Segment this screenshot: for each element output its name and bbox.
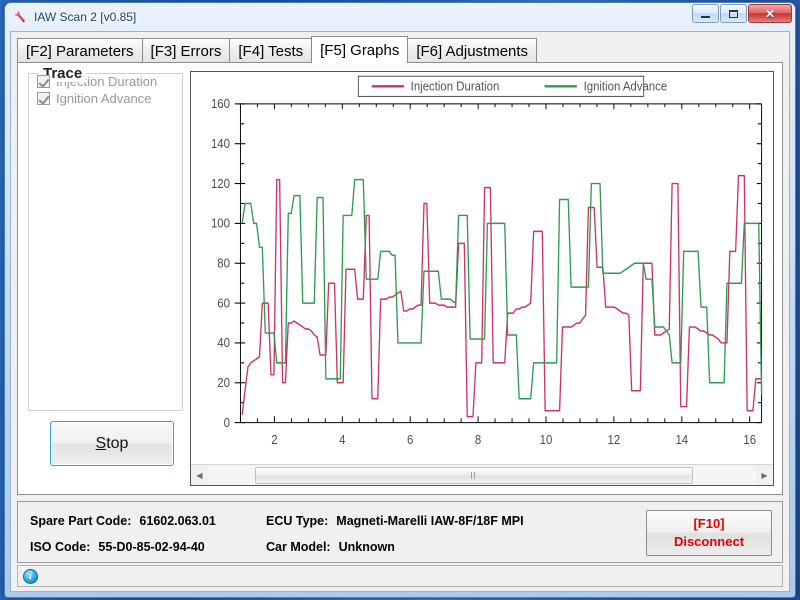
- iso-code-value: 55-D0-85-02-94-40: [98, 540, 205, 554]
- ecu-type-row: ECU Type: Magneti-Marelli IAW-8F/18F MPI: [266, 514, 524, 528]
- disconnect-button-label: Disconnect: [673, 534, 745, 549]
- application-window: IAW Scan 2 [v0.85] ✕ [F2] Parameters [F3…: [4, 2, 796, 598]
- ecu-type-value: Magneti-Marelli IAW-8F/18F MPI: [336, 514, 524, 528]
- svg-text:16: 16: [743, 432, 756, 447]
- trace-chart: 0 20 40 60 80 100 120 140 160 2 4 6 8 10 12 14 16 Injecti…: [211, 75, 763, 447]
- close-icon: ✕: [764, 6, 776, 21]
- client-area: [F2] Parameters [F3] Errors [F4] Tests […: [10, 31, 790, 592]
- tab-graphs[interactable]: [F5] Graphs: [311, 36, 409, 63]
- checkbox-injection-duration[interactable]: [37, 75, 50, 88]
- scroll-left-arrow-icon[interactable]: ◀: [191, 465, 208, 485]
- maximize-button[interactable]: [720, 4, 747, 23]
- tab-graphs-label: [F5] Graphs: [320, 41, 400, 59]
- maximize-icon: [729, 9, 738, 18]
- svg-text:100: 100: [211, 216, 230, 231]
- iso-code-label: ISO Code:: [30, 540, 91, 554]
- spare-part-code-value: 61602.063.01: [139, 514, 216, 528]
- svg-text:120: 120: [211, 176, 230, 191]
- ecu-type-label: ECU Type:: [266, 514, 329, 528]
- spare-part-code-row: Spare Part Code: 61602.063.01: [30, 514, 216, 528]
- svg-text:12: 12: [608, 432, 621, 447]
- iso-code-row: ISO Code: 55-D0-85-02-94-40: [30, 540, 205, 554]
- window-title: IAW Scan 2 [v0.85]: [34, 9, 137, 24]
- tab-strip: [F2] Parameters [F3] Errors [F4] Tests […: [17, 36, 783, 63]
- trace-groupbox: Trace Injection Duration Ignition Advanc…: [28, 65, 183, 411]
- svg-text:60: 60: [217, 296, 230, 311]
- graph-panel: 0 20 40 60 80 100 120 140 160 2 4 6 8 10 12 14 16 Injecti…: [190, 71, 774, 486]
- status-bar: i: [17, 565, 783, 587]
- spare-part-code-label: Spare Part Code:: [30, 514, 132, 528]
- scrollbar-track[interactable]: [208, 465, 756, 485]
- trace-label-ignition-advance: Ignition Advance: [56, 91, 152, 106]
- checkbox-ignition-advance[interactable]: [37, 92, 50, 105]
- car-model-label: Car Model:: [266, 540, 331, 554]
- svg-text:4: 4: [339, 432, 346, 447]
- svg-text:0: 0: [224, 415, 231, 430]
- minimize-icon: [701, 15, 710, 18]
- stop-button-label: Stop: [95, 434, 129, 452]
- svg-text:6: 6: [407, 432, 414, 447]
- svg-text:140: 140: [211, 136, 230, 151]
- chart-horizontal-scrollbar[interactable]: ◀ ▶: [191, 464, 773, 485]
- minimize-button[interactable]: [692, 4, 719, 23]
- disconnect-button[interactable]: [F10] Disconnect: [646, 510, 772, 556]
- svg-text:10: 10: [540, 432, 553, 447]
- window-controls: ✕: [692, 4, 792, 23]
- tab-errors-label: [F3] Errors: [150, 42, 222, 60]
- svg-text:80: 80: [217, 256, 230, 271]
- svg-text:Injection Duration: Injection Duration: [411, 79, 500, 94]
- title-bar: IAW Scan 2 [v0.85] ✕: [5, 3, 795, 30]
- tab-adjustments-label: [F6] Adjustments: [416, 42, 529, 60]
- chart-area: 0 20 40 60 80 100 120 140 160 2 4 6 8 10 12 14 16 Injecti…: [191, 72, 773, 463]
- tab-panel-graphs: Trace Injection Duration Ignition Advanc…: [17, 62, 783, 495]
- svg-text:Ignition Advance: Ignition Advance: [584, 79, 668, 94]
- svg-text:40: 40: [217, 336, 230, 351]
- svg-text:8: 8: [475, 432, 482, 447]
- car-model-row: Car Model: Unknown: [266, 540, 395, 554]
- ecu-info-panel: Spare Part Code: 61602.063.01 ECU Type: …: [17, 501, 783, 563]
- svg-text:160: 160: [211, 97, 230, 112]
- tab-parameters[interactable]: [F2] Parameters: [17, 38, 143, 63]
- scroll-right-arrow-icon[interactable]: ▶: [756, 465, 773, 485]
- svg-text:2: 2: [271, 432, 278, 447]
- app-wrench-icon: [12, 9, 28, 25]
- trace-item-ignition-advance[interactable]: Ignition Advance: [37, 91, 182, 106]
- tab-adjustments[interactable]: [F6] Adjustments: [407, 38, 538, 63]
- tab-errors[interactable]: [F3] Errors: [141, 38, 231, 63]
- tab-tests[interactable]: [F4] Tests: [229, 38, 313, 63]
- disconnect-button-key: [F10]: [693, 516, 725, 532]
- scrollbar-thumb[interactable]: [254, 466, 693, 484]
- svg-text:14: 14: [675, 432, 688, 447]
- car-model-value: Unknown: [338, 540, 395, 554]
- scrollbar-grip-icon: [470, 471, 477, 479]
- stop-button[interactable]: Stop: [50, 421, 174, 466]
- tab-tests-label: [F4] Tests: [238, 42, 304, 60]
- close-button[interactable]: ✕: [748, 4, 792, 23]
- tab-parameters-label: [F2] Parameters: [26, 42, 134, 60]
- info-icon[interactable]: i: [23, 568, 38, 584]
- svg-text:20: 20: [217, 375, 230, 390]
